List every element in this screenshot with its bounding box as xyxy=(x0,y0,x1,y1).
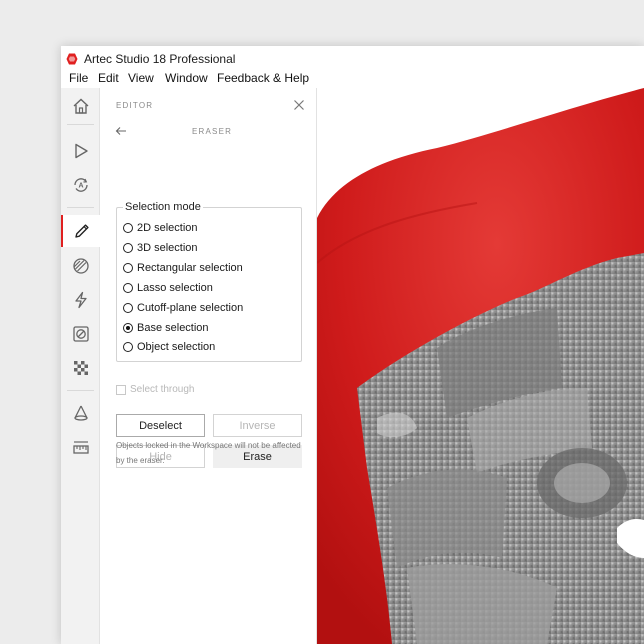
autopilot-icon: A xyxy=(73,178,88,192)
rail-fix[interactable] xyxy=(61,284,100,316)
artec-logo-icon xyxy=(66,53,78,65)
eraser-note: Objects locked in the Workspace will not… xyxy=(116,441,301,465)
radio-object-selection[interactable]: Object selection xyxy=(123,340,215,354)
menu-view[interactable]: View xyxy=(128,71,154,85)
home-icon xyxy=(73,98,88,114)
rail-home[interactable] xyxy=(61,90,100,122)
radio-button[interactable] xyxy=(123,263,133,273)
tool-title: ERASER xyxy=(192,127,233,136)
checkerboard-icon xyxy=(73,361,88,375)
lightning-icon xyxy=(74,291,87,309)
inverse-button[interactable]: Inverse xyxy=(213,414,302,437)
rail-divider xyxy=(67,124,94,125)
radio-3d-selection[interactable]: 3D selection xyxy=(123,241,198,255)
radio-label: Object selection xyxy=(137,341,216,353)
radio-button[interactable] xyxy=(123,223,133,233)
menu-bar: File Edit View Window Feedback & Help xyxy=(61,70,644,88)
svg-text:A: A xyxy=(78,183,83,190)
rail-texture[interactable] xyxy=(61,352,100,384)
radio-2d-selection[interactable]: 2D selection xyxy=(123,221,198,235)
app-window: Artec Studio 18 Professional File Edit V… xyxy=(61,46,644,644)
scan-overlay-icon xyxy=(72,258,89,274)
menu-feedback-help[interactable]: Feedback & Help xyxy=(217,71,309,85)
radio-label: Rectangular selection xyxy=(137,262,243,274)
radio-button-checked[interactable] xyxy=(123,323,133,333)
select-through-label: Select through xyxy=(130,384,195,395)
cone-icon xyxy=(73,405,88,421)
rail-cad[interactable] xyxy=(61,397,100,429)
radio-label: Lasso selection xyxy=(137,282,213,294)
menu-window[interactable]: Window xyxy=(165,71,208,85)
play-icon xyxy=(74,143,88,159)
window-title: Artec Studio 18 Professional xyxy=(84,52,236,66)
selection-mode-legend: Selection mode xyxy=(123,201,203,213)
rail-scan[interactable] xyxy=(61,135,100,167)
title-bar: Artec Studio 18 Professional xyxy=(61,46,644,70)
back-arrow-icon[interactable] xyxy=(115,126,127,136)
close-icon[interactable] xyxy=(293,99,305,111)
radio-button[interactable] xyxy=(123,243,133,253)
rail-tools[interactable] xyxy=(61,250,100,282)
rail-postprocessing[interactable] xyxy=(61,318,100,350)
radio-label: 2D selection xyxy=(137,222,198,234)
pencil-icon xyxy=(75,224,89,238)
menu-file[interactable]: File xyxy=(69,71,88,85)
select-through-checkbox[interactable] xyxy=(116,384,126,395)
radio-button[interactable] xyxy=(123,342,133,352)
ruler-icon xyxy=(72,441,89,454)
radio-rectangular-selection[interactable]: Rectangular selection xyxy=(123,261,243,275)
3d-viewport[interactable] xyxy=(317,88,644,644)
scan-model-render xyxy=(317,88,644,644)
menu-edit[interactable]: Edit xyxy=(98,71,119,85)
editor-panel: EDITOR ERASER Selection mode 2D selectio… xyxy=(101,88,317,644)
radio-lasso-selection[interactable]: Lasso selection xyxy=(123,281,213,295)
radio-button[interactable] xyxy=(123,303,133,313)
rail-divider xyxy=(67,390,94,391)
selection-mode-group: Selection mode 2D selection 3D selection… xyxy=(116,201,302,362)
radio-label: 3D selection xyxy=(137,242,198,254)
radio-label: Base selection xyxy=(137,322,209,334)
tool-rail: A xyxy=(61,88,101,644)
rail-divider xyxy=(67,207,94,208)
rail-editor[interactable] xyxy=(61,215,101,247)
deselect-button[interactable]: Deselect xyxy=(116,414,205,437)
radio-button[interactable] xyxy=(123,283,133,293)
rail-autopilot[interactable]: A xyxy=(61,169,100,201)
radio-base-selection[interactable]: Base selection xyxy=(123,321,209,335)
select-through-option[interactable]: Select through xyxy=(116,384,195,395)
panel-title: EDITOR xyxy=(116,101,154,110)
radio-cutoff-plane-selection[interactable]: Cutoff-plane selection xyxy=(123,301,243,315)
rail-measures[interactable] xyxy=(61,432,100,464)
radio-label: Cutoff-plane selection xyxy=(137,302,244,314)
prohibited-icon xyxy=(72,326,89,342)
